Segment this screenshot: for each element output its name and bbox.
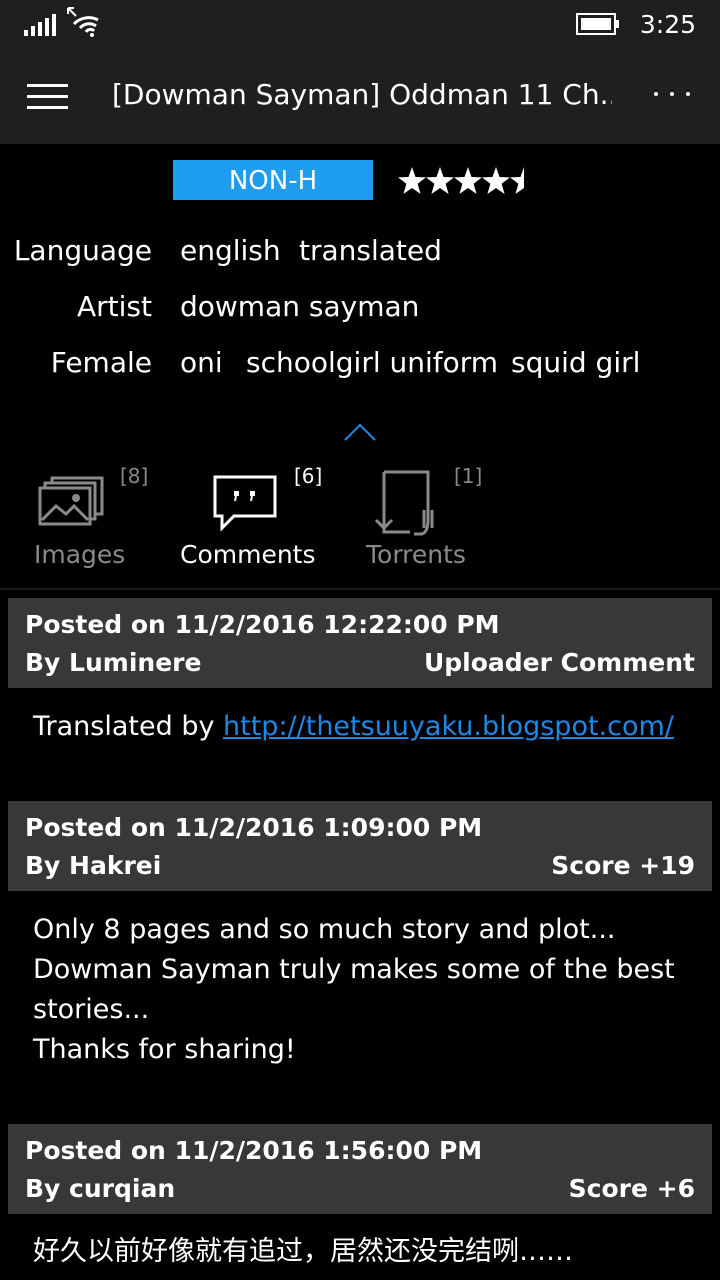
comment-line: Only 8 pages and so much story and plot.… (33, 914, 616, 945)
comment-score: Score +19 (551, 851, 695, 880)
comment-line: Thanks for sharing! (33, 1034, 296, 1065)
comments-icon (213, 475, 277, 532)
tab-comments-label: Comments (180, 540, 316, 569)
comment-body: Only 8 pages and so much story and plot.… (33, 910, 693, 1070)
more-icon[interactable] (654, 92, 690, 102)
comment-line: Dowman Sayman truly makes some of the be… (33, 954, 675, 985)
comment-date: Posted on 11/2/2016 12:22:00 PM (25, 610, 500, 639)
tag-oni[interactable]: oni (180, 346, 223, 379)
comments-count: [6] (294, 464, 323, 488)
tab-torrents-label: Torrents (366, 540, 466, 569)
tag-label-language: Language (13, 234, 152, 267)
tab-torrents[interactable]: [1] Torrents (362, 464, 502, 578)
comment-date: Posted on 11/2/2016 1:09:00 PM (25, 813, 483, 842)
images-count: [8] (120, 464, 149, 488)
signal-icon (24, 14, 56, 36)
comment-text: Translated by (33, 711, 224, 742)
comment-badge: Uploader Comment (423, 648, 695, 677)
clock: 3:25 (639, 10, 696, 39)
comment-body: Translated by http://thetsuuyaku.blogspo… (33, 707, 693, 747)
tab-images-label: Images (34, 540, 126, 569)
tag-schoolgirl-uniform[interactable]: schoolgirl uniform (246, 346, 498, 379)
comment-body: 好久以前好像就有追过，居然还没完结咧…… (33, 1232, 693, 1272)
status-bar: 3:25 (0, 0, 720, 52)
tag-label-artist: Artist (77, 290, 152, 323)
comment-line: stories... (33, 994, 150, 1025)
tag-translated[interactable]: translated (299, 234, 442, 267)
comment-header: Posted on 11/2/2016 1:56:00 PM By curqia… (8, 1124, 712, 1214)
comment-link[interactable]: http://thetsuuyaku.blogspot.com/ (223, 711, 674, 742)
comment-header: Posted on 11/2/2016 1:09:00 PM By Hakrei… (8, 801, 712, 891)
torrents-icon (374, 470, 434, 536)
chevron-up-icon[interactable] (344, 422, 376, 442)
divider (0, 588, 720, 590)
rating-stars (398, 167, 524, 194)
comment-author: By curqian (25, 1174, 176, 1203)
tag-squid-girl[interactable]: squid girl (511, 346, 640, 379)
page-title: [Dowman Sayman] Oddman 11 Ch.... (112, 78, 612, 111)
comment-header: Posted on 11/2/2016 12:22:00 PM By Lumin… (8, 598, 712, 688)
battery-icon (576, 13, 619, 35)
comment-author: By Hakrei (25, 851, 162, 880)
comment-line: 好久以前好像就有追过，居然还没完结咧…… (33, 1236, 573, 1267)
comment-author: By Luminere (25, 648, 202, 677)
comment-score: Score +6 (568, 1174, 695, 1203)
tag-english[interactable]: english (180, 234, 281, 267)
category-badge: NON-H (173, 160, 373, 200)
comment-date: Posted on 11/2/2016 1:56:00 PM (25, 1136, 483, 1165)
app-header: [Dowman Sayman] Oddman 11 Ch.... (0, 52, 720, 144)
tab-comments[interactable]: [6] Comments (178, 464, 328, 578)
wifi-icon (67, 7, 99, 37)
torrents-count: [1] (454, 464, 483, 488)
tag-label-female: Female (50, 346, 152, 379)
tab-images[interactable]: [8] Images (30, 464, 160, 578)
tag-dowman-sayman[interactable]: dowman sayman (180, 290, 419, 323)
hamburger-icon[interactable] (27, 84, 69, 112)
images-icon (38, 476, 104, 526)
